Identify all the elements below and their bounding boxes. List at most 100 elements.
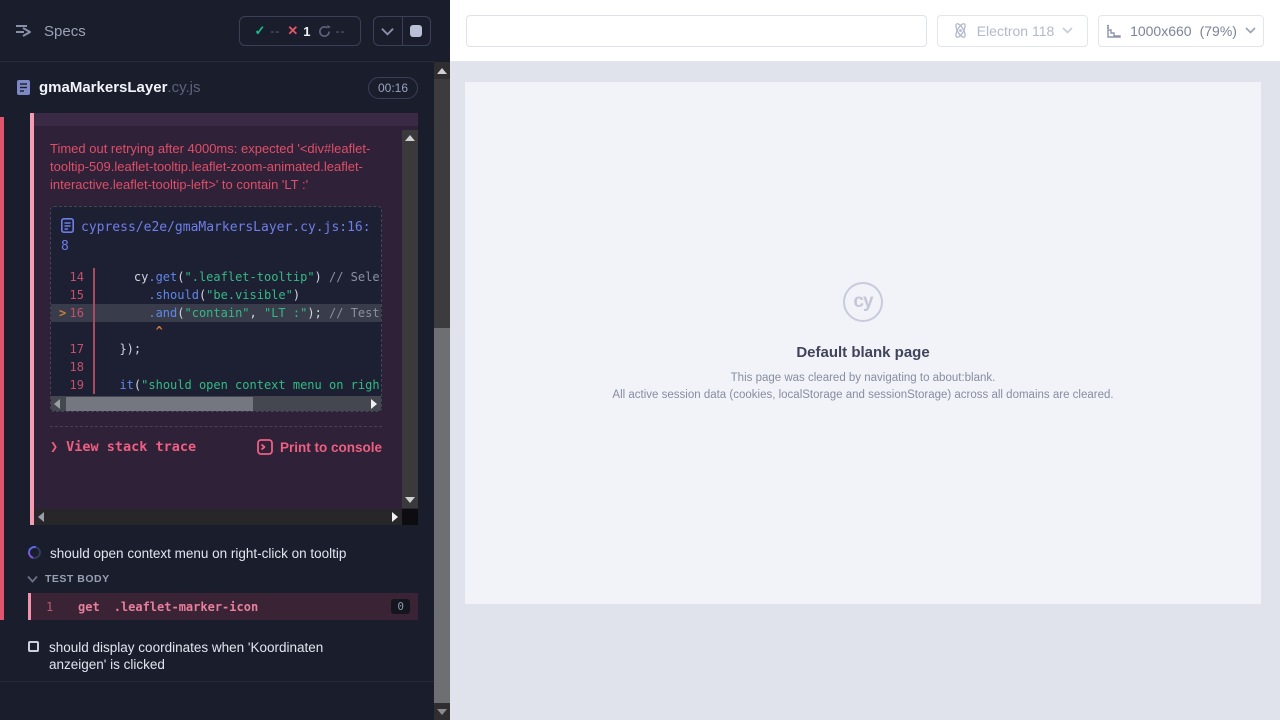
line-number: 14 bbox=[51, 268, 95, 286]
code-scrollbar-thumb[interactable] bbox=[66, 397, 253, 412]
line-number: 15 bbox=[51, 286, 95, 304]
console-icon bbox=[257, 439, 273, 455]
scroll-left-icon[interactable] bbox=[38, 512, 44, 522]
check-icon: ✓ bbox=[254, 23, 265, 39]
test-item-pending[interactable]: should display coordinates when 'Koordin… bbox=[28, 639, 383, 673]
viewport-info-button[interactable]: 1000x660 (79%) bbox=[1098, 15, 1264, 47]
aut-viewport-area: cy Default blank page This page was clea… bbox=[450, 62, 1280, 720]
code-frame: cypress/e2e/gmaMarkersLayer.cy.js:16:8 1… bbox=[50, 206, 382, 412]
error-vertical-scrollbar[interactable] bbox=[402, 130, 418, 508]
view-stack-trace-button[interactable]: ❯ View stack trace bbox=[50, 439, 196, 455]
electron-icon bbox=[952, 22, 969, 39]
stat-failed: ✕ 1 bbox=[287, 23, 310, 39]
chevron-down-icon bbox=[27, 575, 38, 583]
test-error-panel: Timed out retrying after 4000ms: expecte… bbox=[30, 113, 418, 525]
run-stats: ✓ -- ✕ 1 -- bbox=[239, 16, 361, 46]
code-line: ^ bbox=[51, 322, 381, 340]
blank-page: cy Default blank page This page was clea… bbox=[465, 82, 1261, 604]
code-text: cy.get(".leaflet-tooltip") // Sele bbox=[95, 268, 381, 286]
code-text: ^ bbox=[95, 322, 381, 340]
line-number: 16 bbox=[51, 304, 95, 322]
aut-header: Electron 118 1000x660 (79%) bbox=[450, 0, 1280, 62]
failed-test-indicator-bar bbox=[0, 117, 4, 620]
line-number: 17 bbox=[51, 340, 95, 358]
code-horizontal-scrollbar[interactable] bbox=[51, 396, 381, 411]
pending-count: -- bbox=[336, 24, 346, 38]
print-to-console-button[interactable]: Print to console bbox=[257, 439, 382, 455]
scroll-up-button[interactable] bbox=[434, 62, 450, 79]
spec-file-icon bbox=[16, 79, 31, 96]
error-actions: ❯ View stack trace Print to console bbox=[50, 439, 382, 455]
scroll-right-icon[interactable] bbox=[371, 399, 377, 409]
viewport-size: 1000x660 bbox=[1130, 23, 1192, 39]
error-file-link[interactable]: cypress/e2e/gmaMarkersLayer.cy.js:16:8 bbox=[51, 207, 381, 262]
scroll-right-icon[interactable] bbox=[392, 512, 398, 522]
spec-timer: 00:16 bbox=[368, 77, 418, 99]
scrollbar-top-cap bbox=[434, 0, 450, 62]
browser-label: Electron 118 bbox=[977, 23, 1055, 39]
reporter-panel: Specs ✓ -- ✕ 1 -- bbox=[0, 0, 450, 720]
command-number: 1 bbox=[46, 600, 68, 614]
line-number: 19 bbox=[51, 376, 95, 394]
stop-icon bbox=[410, 25, 422, 37]
command-row[interactable]: 1 get .leaflet-marker-icon 0 bbox=[28, 593, 418, 620]
code-line: 19 it("should open context menu on righ bbox=[51, 376, 381, 394]
running-spinner-icon bbox=[26, 544, 44, 562]
line-number: 18 bbox=[51, 358, 95, 376]
error-file-link-text: cypress/e2e/gmaMarkersLayer.cy.js:16:8 bbox=[61, 220, 371, 254]
error-horizontal-scrollbar[interactable] bbox=[34, 509, 402, 525]
test-item-running[interactable]: should open context menu on right-click … bbox=[28, 545, 414, 562]
list-separator bbox=[0, 681, 434, 682]
reporter-header: Specs ✓ -- ✕ 1 -- bbox=[0, 0, 434, 62]
command-count-badge: 0 bbox=[391, 599, 410, 614]
command-method: get bbox=[78, 600, 100, 614]
chevron-down-icon bbox=[1245, 27, 1256, 34]
code-text: .and("contain", "LT :"); // Test bbox=[95, 304, 381, 322]
code-line: 15 .should("be.visible") bbox=[51, 286, 381, 304]
reporter-vertical-scrollbar[interactable] bbox=[434, 62, 450, 720]
error-separator bbox=[50, 426, 382, 427]
stat-passed: ✓ -- bbox=[254, 23, 280, 39]
chevron-down-icon bbox=[1062, 27, 1073, 34]
code-text: }); bbox=[95, 340, 381, 358]
command-args: .leaflet-marker-icon bbox=[114, 600, 392, 614]
fail-icon: ✕ bbox=[287, 23, 298, 39]
file-icon bbox=[61, 218, 74, 233]
ruler-icon bbox=[1106, 23, 1122, 39]
test-title: should open context menu on right-click … bbox=[50, 545, 346, 562]
view-stack-trace-label: View stack trace bbox=[66, 439, 196, 455]
failed-count: 1 bbox=[303, 24, 310, 39]
cypress-logo: cy bbox=[843, 282, 883, 322]
code-line: 18 bbox=[51, 358, 381, 376]
code-text bbox=[95, 358, 381, 376]
code-text: it("should open context menu on righ bbox=[95, 376, 381, 394]
code-text: .should("be.visible") bbox=[95, 286, 381, 304]
browser-selector-button[interactable]: Electron 118 bbox=[937, 15, 1088, 47]
specs-list-toggle-icon[interactable] bbox=[14, 23, 36, 40]
stop-button[interactable] bbox=[402, 17, 431, 45]
specs-label[interactable]: Specs bbox=[44, 23, 86, 40]
reporter-scrollbar-thumb[interactable] bbox=[434, 328, 450, 703]
code-line: 17 }); bbox=[51, 340, 381, 358]
scroll-down-button[interactable] bbox=[434, 703, 450, 720]
error-panel-top bbox=[34, 113, 418, 126]
scroll-up-icon[interactable] bbox=[405, 135, 415, 141]
aut-stage: Electron 118 1000x660 (79%) bbox=[450, 0, 1280, 720]
pending-test-icon bbox=[28, 641, 39, 652]
scroll-up-icon bbox=[437, 68, 447, 74]
spec-file-row[interactable]: gmaMarkersLayer.cy.js 00:16 bbox=[0, 63, 434, 112]
blank-page-submessage: All active session data (cookies, localS… bbox=[612, 389, 1113, 401]
test-title: should display coordinates when 'Koordin… bbox=[49, 639, 383, 673]
code-line: 14 cy.get(".leaflet-tooltip") // Sele bbox=[51, 268, 381, 286]
url-input[interactable] bbox=[466, 15, 927, 47]
blank-page-message: This page was cleared by navigating to a… bbox=[731, 372, 996, 384]
error-line-arrow-icon: > bbox=[59, 304, 66, 322]
collapse-button[interactable] bbox=[374, 17, 402, 45]
print-to-console-label: Print to console bbox=[280, 440, 382, 455]
scroll-down-icon[interactable] bbox=[405, 497, 415, 503]
error-message: Timed out retrying after 4000ms: expecte… bbox=[50, 140, 382, 194]
test-body-section[interactable]: TEST BODY bbox=[27, 573, 110, 585]
scroll-left-icon[interactable] bbox=[54, 399, 60, 409]
pending-refresh-icon bbox=[318, 25, 331, 38]
stat-pending: -- bbox=[318, 24, 346, 38]
